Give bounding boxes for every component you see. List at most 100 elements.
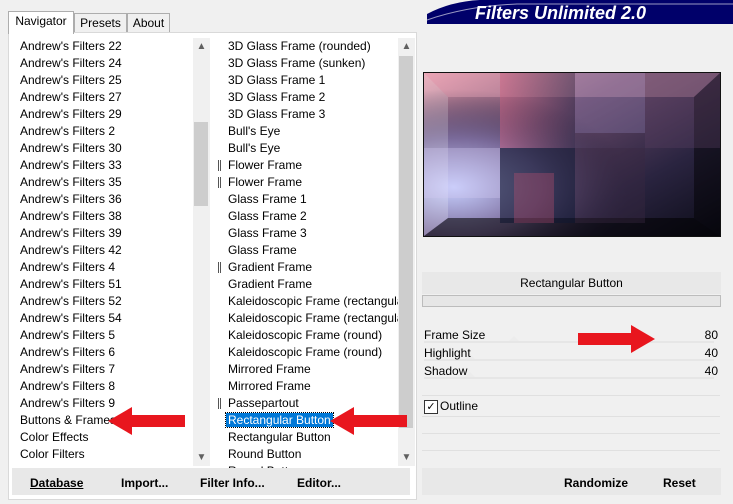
divider: [422, 416, 720, 417]
scroll-down-icon[interactable]: ▼: [398, 449, 415, 466]
filter-item[interactable]: Mirrored Frame: [226, 361, 313, 378]
scroll-up-icon[interactable]: ▲: [193, 38, 210, 55]
import-button[interactable]: Import...: [121, 476, 168, 490]
right-button-bar: Randomize Reset: [422, 468, 721, 495]
filter-item-label: Glass Frame 2: [228, 209, 307, 223]
category-item[interactable]: Color Filters: [18, 463, 87, 466]
filter-item[interactable]: 3D Glass Frame 3: [226, 106, 327, 123]
category-item[interactable]: Andrew's Filters 51: [18, 276, 124, 293]
category-item[interactable]: Andrew's Filters 42: [18, 242, 124, 259]
category-scroll-thumb[interactable]: [194, 122, 208, 206]
filter-item-label: Kaleidoscopic Frame (round): [228, 328, 383, 342]
filter-scroll-thumb[interactable]: [399, 56, 413, 428]
filter-item[interactable]: Glass Frame 1: [226, 191, 309, 208]
filter-item-label: Bull's Eye: [228, 124, 281, 138]
param-label: Highlight: [424, 346, 471, 360]
tab-presets-label: Presets: [80, 16, 121, 30]
category-item[interactable]: Andrew's Filters 7: [18, 361, 117, 378]
filter-item[interactable]: Glass Frame 2: [226, 208, 309, 225]
category-item[interactable]: Andrew's Filters 38: [18, 208, 124, 225]
filter-item[interactable]: Kaleidoscopic Frame (round): [226, 344, 384, 361]
filter-item[interactable]: Bull's Eye: [226, 140, 282, 157]
filter-item-label: Glass Frame 1: [228, 192, 307, 206]
category-item[interactable]: Andrew's Filters 9: [18, 395, 117, 412]
filter-info-button[interactable]: Filter Info...: [200, 476, 265, 490]
filter-item[interactable]: Rectangular Button: [225, 412, 334, 429]
category-item[interactable]: Andrew's Filters 27: [18, 89, 124, 106]
filter-item[interactable]: 3D Glass Frame (rounded): [226, 38, 373, 55]
category-item[interactable]: Andrew's Filters 2: [18, 123, 117, 140]
category-item[interactable]: Andrew's Filters 29: [18, 106, 124, 123]
filter-item[interactable]: Kaleidoscopic Frame (rectangular): [226, 310, 413, 327]
category-item[interactable]: Andrew's Filters 39: [18, 225, 124, 242]
tab-navigator-label: Navigator: [15, 14, 67, 28]
category-item[interactable]: Andrew's Filters 5: [18, 327, 117, 344]
category-item[interactable]: Buttons & Frames: [18, 412, 118, 429]
filter-item[interactable]: Gradient Frame: [226, 276, 314, 293]
category-item[interactable]: Andrew's Filters 35: [18, 174, 124, 191]
category-item[interactable]: Andrew's Filters 52: [18, 293, 124, 310]
filter-list[interactable]: 3D Glass Frame (rounded) 3D Glass Frame (…: [218, 38, 411, 478]
category-scrollbar[interactable]: ▲ ▼: [193, 38, 210, 466]
category-item-label: Color Filters: [20, 447, 85, 461]
reset-button[interactable]: Reset: [663, 476, 696, 490]
slider-thumb[interactable]: [509, 336, 519, 341]
filter-item[interactable]: Kaleidoscopic Frame (rectangular): [226, 293, 413, 310]
category-item[interactable]: Color Effects: [18, 429, 90, 446]
filter-item[interactable]: Bull's Eye: [226, 123, 282, 140]
outline-checkbox[interactable]: ✓: [424, 400, 438, 414]
randomize-button[interactable]: Randomize: [564, 476, 628, 490]
filter-item[interactable]: 3D Glass Frame (sunken): [226, 55, 367, 72]
database-button[interactable]: Database: [30, 476, 83, 490]
category-item[interactable]: Andrew's Filters 25: [18, 72, 124, 89]
filter-item[interactable]: Gradient Frame: [218, 259, 314, 276]
category-list[interactable]: Andrew's Filters 22 Andrew's Filters 24 An…: [18, 38, 193, 466]
category-item[interactable]: Andrew's Filters 36: [18, 191, 124, 208]
category-item[interactable]: Andrew's Filters 8: [18, 378, 117, 395]
category-item-label: Andrew's Filters 38: [20, 209, 122, 223]
category-item-label: Andrew's Filters 33: [20, 158, 122, 172]
scroll-up-icon[interactable]: ▲: [398, 38, 415, 55]
editor-button[interactable]: Editor...: [297, 476, 341, 490]
filter-item[interactable]: 3D Glass Frame 2: [226, 89, 327, 106]
divider: [422, 433, 720, 434]
category-item[interactable]: Color Filters: [18, 446, 87, 463]
param-slider-0[interactable]: Frame Size 80: [424, 327, 720, 344]
filter-item[interactable]: Mirrored Frame: [226, 378, 313, 395]
category-item-label: Andrew's Filters 35: [20, 175, 122, 189]
category-item[interactable]: Andrew's Filters 54: [18, 310, 124, 327]
filter-item[interactable]: Passepartout: [218, 395, 301, 412]
filter-item[interactable]: Round Button: [226, 446, 303, 463]
tab-about[interactable]: About: [127, 13, 170, 33]
filter-item[interactable]: Flower Frame: [218, 157, 304, 174]
filter-item-label: 3D Glass Frame (rounded): [228, 39, 371, 53]
param-slider-2[interactable]: Shadow 40: [424, 363, 720, 380]
tab-navigator[interactable]: Navigator: [8, 11, 74, 34]
category-item[interactable]: Andrew's Filters 30: [18, 140, 124, 157]
filter-item[interactable]: 3D Glass Frame 1: [226, 72, 327, 89]
preview-image: [423, 72, 721, 237]
filter-item-label: Kaleidoscopic Frame (round): [228, 345, 383, 359]
filter-item[interactable]: Rectangular Button: [226, 429, 333, 446]
category-item[interactable]: Andrew's Filters 24: [18, 55, 124, 72]
filter-item-label: Kaleidoscopic Frame (rectangular): [228, 294, 412, 308]
param-label: Frame Size: [424, 328, 486, 342]
param-slider-1[interactable]: Highlight 40: [424, 345, 720, 362]
category-item-label: Andrew's Filters 36: [20, 192, 122, 206]
category-item-label: Andrew's Filters 5: [20, 328, 115, 342]
filter-item[interactable]: Kaleidoscopic Frame (round): [226, 327, 384, 344]
filter-item[interactable]: Glass Frame 3: [226, 225, 309, 242]
filter-scrollbar[interactable]: ▲ ▼: [398, 38, 415, 466]
scroll-down-icon[interactable]: ▼: [193, 449, 210, 466]
category-item[interactable]: Andrew's Filters 22: [18, 38, 124, 55]
grip-icon: [218, 160, 222, 171]
filter-item-label: Gradient Frame: [228, 277, 313, 291]
grip-icon: [218, 177, 222, 188]
filter-item[interactable]: Glass Frame: [226, 242, 299, 259]
filter-item[interactable]: Flower Frame: [218, 174, 304, 191]
category-item[interactable]: Andrew's Filters 4: [18, 259, 117, 276]
category-item[interactable]: Andrew's Filters 33: [18, 157, 124, 174]
tab-presets[interactable]: Presets: [74, 13, 127, 33]
category-item[interactable]: Andrew's Filters 6: [18, 344, 117, 361]
filter-item-label: Bull's Eye: [228, 141, 281, 155]
